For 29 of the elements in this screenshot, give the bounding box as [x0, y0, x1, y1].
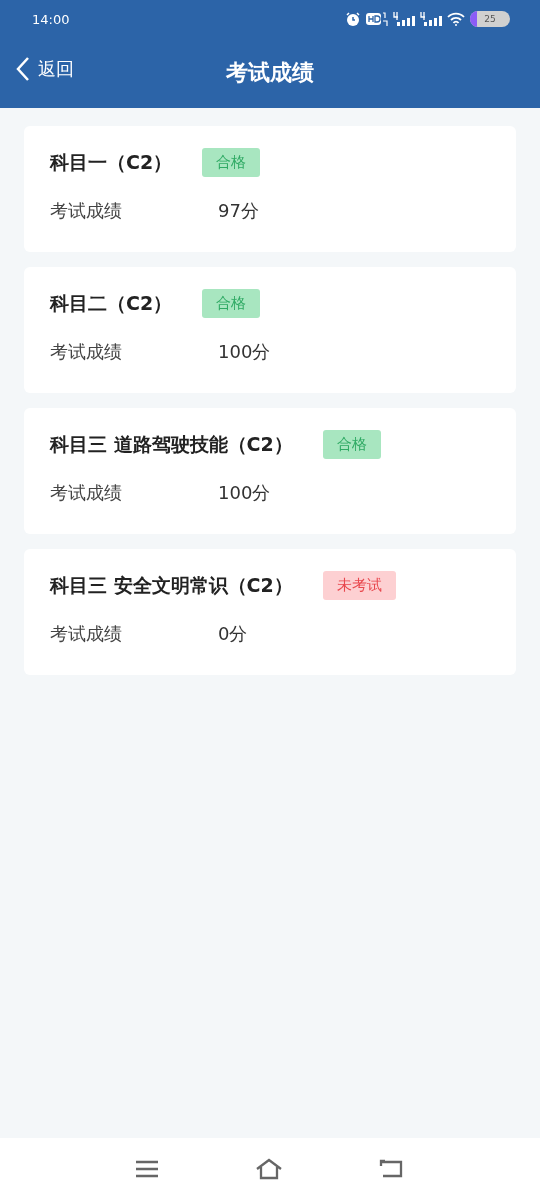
wifi-icon [447, 12, 465, 26]
alarm-clock-icon [345, 11, 361, 27]
chevron-left-icon [16, 56, 30, 82]
score-label: 考试成绩 [50, 481, 123, 505]
score-label: 考试成绩 [50, 340, 123, 364]
status-badge: 未考试 [322, 571, 396, 600]
score-value: 100分 [218, 340, 271, 364]
status-time: 14:00 [32, 11, 70, 27]
score-label: 考试成绩 [50, 199, 123, 223]
subject-title: 科目三 道路驾驶技能（C2） [50, 431, 293, 457]
subject-title: 科目二（C2） [50, 290, 173, 316]
status-badge: 合格 [322, 430, 381, 459]
menu-icon[interactable] [135, 1159, 159, 1179]
signal-icon [420, 11, 442, 27]
score-value: 100分 [218, 481, 271, 505]
signal-icon [393, 11, 415, 27]
status-badge: 合格 [202, 148, 261, 177]
home-icon[interactable] [255, 1158, 283, 1180]
page-title: 考试成绩 [226, 59, 314, 87]
score-label: 考试成绩 [50, 622, 123, 646]
hd-call-icon [366, 11, 388, 27]
back-icon[interactable] [379, 1158, 405, 1180]
subject-title: 科目一（C2） [50, 149, 173, 175]
battery-icon: 25 [470, 11, 510, 27]
score-value: 97分 [218, 199, 259, 223]
back-button[interactable]: 返回 [16, 56, 74, 82]
subject-title: 科目三 安全文明常识（C2） [50, 572, 293, 598]
status-badge: 合格 [202, 289, 261, 318]
score-value: 0分 [218, 622, 248, 646]
